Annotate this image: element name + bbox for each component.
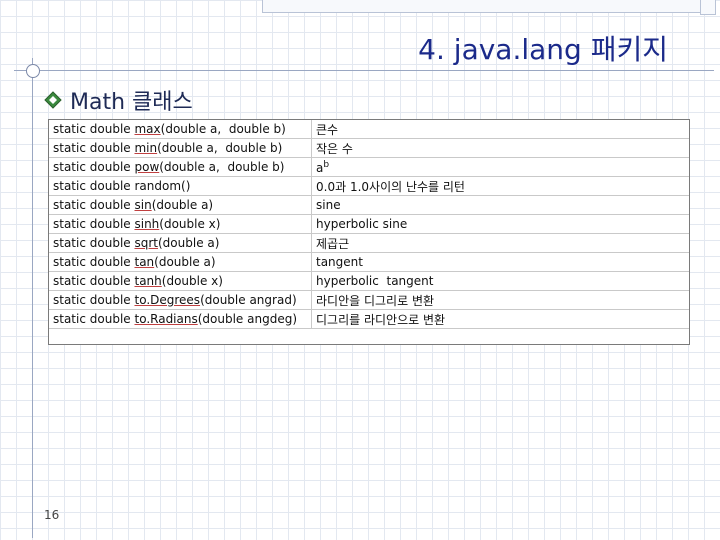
method-signature: static double pow(double a, double b) xyxy=(49,157,312,177)
description-text: 작은 수 xyxy=(316,141,353,156)
horizontal-rule xyxy=(14,70,714,71)
description-text: 제곱근 xyxy=(316,236,350,251)
table-row: static double min(double a, double b) 작은 … xyxy=(49,138,689,158)
method-args: (double angrad) xyxy=(200,293,297,307)
method-description: 라디안을 디그리로 변환 xyxy=(311,290,689,310)
method-prefix: static double xyxy=(53,179,135,193)
method-table-frame: static double max(double a, double b) 큰수 s… xyxy=(48,119,690,345)
method-description: 큰수 xyxy=(311,120,689,139)
description-text: 0.0과 1.0사이의 난수를 리턴 xyxy=(316,179,465,194)
method-description: sine xyxy=(311,195,689,215)
method-signature: static double max(double a, double b) xyxy=(49,120,312,139)
method-args: (double a) xyxy=(151,198,214,212)
page-number: 16 xyxy=(44,508,60,522)
method-description: ab xyxy=(311,157,689,177)
method-prefix: static double xyxy=(53,141,135,155)
table-row: static double tan(double a) tangent xyxy=(49,252,689,272)
method-args: (double a) xyxy=(154,255,216,269)
method-prefix: static double xyxy=(53,274,135,288)
method-signature: static double sqrt(double a) xyxy=(49,233,312,253)
method-signature: static double sinh(double x) xyxy=(49,214,312,234)
method-signature: static double to.Radians(double angdeg) xyxy=(49,309,312,329)
method-signature: static double tanh(double x) xyxy=(49,271,312,291)
method-description: 디그리를 라디안으로 변환 xyxy=(311,309,689,329)
method-prefix: static double xyxy=(53,198,135,212)
method-name: sqrt xyxy=(134,236,158,250)
method-signature: static double to.Degrees(double angrad) xyxy=(49,290,312,310)
method-description: hyperbolic sine xyxy=(311,214,689,234)
method-prefix: static double xyxy=(53,122,135,136)
method-description: 작은 수 xyxy=(311,138,689,158)
method-prefix: static double xyxy=(53,293,135,307)
method-name: tanh xyxy=(134,274,162,288)
method-name: tan xyxy=(134,255,155,269)
slide-subtitle: Math 클래스 xyxy=(70,90,193,115)
method-prefix: static double xyxy=(53,312,135,326)
method-prefix: static double xyxy=(53,236,135,250)
bullet-row: Math 클래스 xyxy=(44,84,193,116)
description-text: hyperbolic tangent xyxy=(316,274,434,288)
slide-title: 4. java.lang 패키지 xyxy=(418,33,668,66)
description-text: hyperbolic sine xyxy=(316,217,408,231)
method-args: (double angdeg) xyxy=(197,312,298,326)
table-row: static double sinh(double x) hyperbolic s… xyxy=(49,214,689,234)
method-signature: static double random() xyxy=(49,176,312,196)
method-prefix: static double xyxy=(53,160,135,174)
table-row: static double to.Degrees(double angrad) 라… xyxy=(49,290,689,310)
crosshair-circle xyxy=(26,64,40,78)
description-text: sine xyxy=(316,198,341,212)
method-name: min xyxy=(134,141,158,155)
method-name: max xyxy=(134,122,161,136)
method-signature: static double min(double a, double b) xyxy=(49,138,312,158)
method-prefix: static double xyxy=(53,255,135,269)
table-row: static double to.Radians(double angdeg) 디… xyxy=(49,309,689,329)
table-row: static double tanh(double x) hyperbolic t… xyxy=(49,271,689,291)
method-args: (double a) xyxy=(158,236,220,250)
method-name: to.Degrees xyxy=(134,293,201,307)
table-row: static double sqrt(double a) 제곱근 xyxy=(49,233,689,253)
method-signature: static double tan(double a) xyxy=(49,252,312,272)
method-args: (double a, double b) xyxy=(157,141,283,155)
method-args: (double a, double b) xyxy=(160,122,286,136)
description-text: 디그리를 라디안으로 변환 xyxy=(316,312,446,327)
diamond-bullet-icon xyxy=(44,91,62,109)
method-args: () xyxy=(181,179,191,193)
corner-decoration xyxy=(700,0,716,15)
method-name: random xyxy=(134,179,182,193)
table-row: static double sin(double a) sine xyxy=(49,195,689,215)
description-text: 큰수 xyxy=(316,122,339,137)
method-table: static double max(double a, double b) 큰수 s… xyxy=(49,120,689,329)
method-signature: static double sin(double a) xyxy=(49,195,312,215)
table-row: static double pow(double a, double b) ab xyxy=(49,157,689,177)
method-description: 제곱근 xyxy=(311,233,689,253)
method-name: sin xyxy=(134,198,152,212)
method-args: (double x) xyxy=(159,217,221,231)
table-row: static double max(double a, double b) 큰수 xyxy=(49,120,689,139)
method-name: to.Radians xyxy=(134,312,198,326)
method-name: pow xyxy=(134,160,160,174)
method-prefix: static double xyxy=(53,217,135,231)
table-row: static double random() 0.0과 1.0사이의 난수를 리턴 xyxy=(49,176,689,196)
vertical-rule xyxy=(32,58,33,538)
header-decoration xyxy=(262,0,704,13)
method-args: (double x) xyxy=(161,274,223,288)
method-description: 0.0과 1.0사이의 난수를 리턴 xyxy=(311,176,689,196)
description-text: tangent xyxy=(316,255,363,269)
description-superscript: b xyxy=(323,159,330,170)
method-name: sinh xyxy=(134,217,160,231)
method-description: tangent xyxy=(311,252,689,272)
method-args: (double a, double b) xyxy=(159,160,285,174)
description-text: 라디안을 디그리로 변환 xyxy=(316,293,435,308)
method-description: hyperbolic tangent xyxy=(311,271,689,291)
